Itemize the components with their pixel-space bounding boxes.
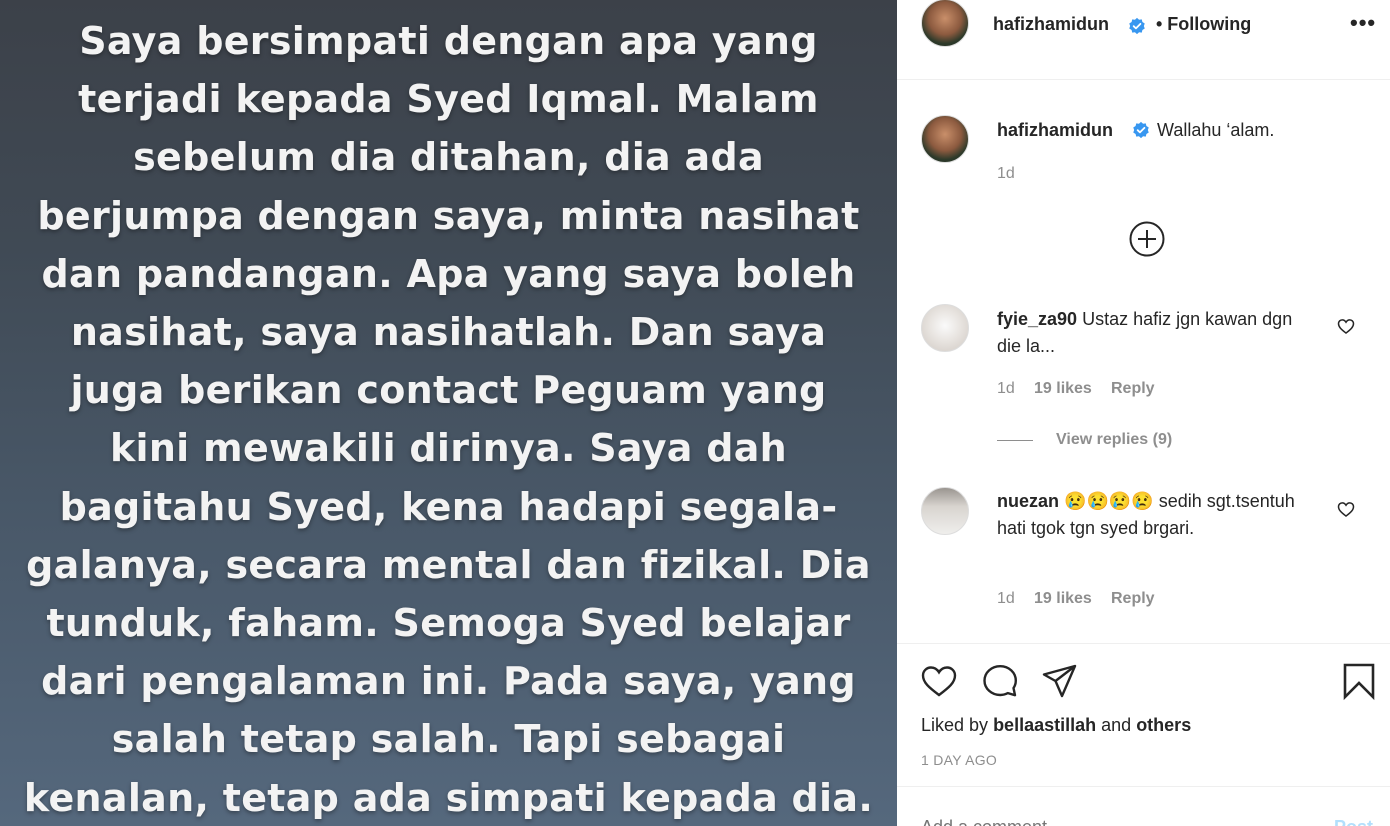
comment-username[interactable]: fyie_za90	[997, 309, 1077, 329]
avatar[interactable]	[921, 0, 969, 47]
verified-badge-icon	[1129, 17, 1145, 35]
post-actions: Liked by bellaastillah and others 1 DAY …	[897, 643, 1390, 788]
comment-time[interactable]: 1d	[997, 380, 1015, 398]
heart-icon[interactable]	[1336, 499, 1356, 519]
add-comment-input[interactable]	[921, 815, 1301, 826]
bookmark-icon[interactable]	[1339, 661, 1379, 701]
more-options-icon[interactable]: •••	[1350, 10, 1376, 36]
liked-by: Liked by bellaastillah and others	[921, 715, 1191, 736]
comment-bubble-icon[interactable]	[979, 661, 1019, 701]
comment: nuezan 😢😢😢😢 sedih sgt.tsentuh hati tgok …	[997, 488, 1307, 542]
share-direct-icon[interactable]	[1040, 661, 1080, 701]
caption: hafizhamidun	[997, 120, 1113, 141]
post-text-line: nasihat, saya nasihatlah. Dan saya	[70, 310, 827, 355]
post-text-line: salah tetap salah. Tapi sebagai	[111, 717, 786, 762]
verified-badge-icon	[1133, 121, 1149, 139]
like-heart-icon[interactable]	[919, 661, 959, 701]
post-text-line: Saya bersimpati dengan apa yang	[79, 19, 818, 63]
comment-emoji: 😢😢😢😢	[1064, 491, 1154, 511]
post-text-line: berjumpa dengan saya, minta nasihat	[37, 193, 860, 238]
post-timestamp[interactable]: 1 DAY AGO	[921, 752, 997, 768]
post-text-line: terjadi kepada Syed Iqmal. Malam	[78, 77, 819, 122]
post-text-line: galanya, secara mental dan fizikal. Dia	[26, 542, 871, 587]
comment-likes[interactable]: 19 likes	[1034, 380, 1092, 398]
heart-icon[interactable]	[1336, 316, 1356, 336]
liked-by-and: and	[1101, 715, 1132, 735]
post-text-line: juga berikan contact Peguam yang	[70, 368, 827, 413]
liked-by-others[interactable]: others	[1136, 715, 1191, 735]
caption-text: Wallahu ‘alam.	[1157, 120, 1275, 140]
liked-by-prefix: Liked by	[921, 715, 989, 735]
comment: fyie_za90 Ustaz hafiz jgn kawan dgn die …	[997, 306, 1307, 360]
post-image-text: Saya bersimpati dengan apa yang terjadi …	[0, 12, 897, 826]
post-text-line: dari pengalaman ini. Pada saya, yang	[41, 659, 856, 704]
reply-button[interactable]: Reply	[1111, 590, 1155, 608]
caption-time[interactable]: 1d	[997, 165, 1015, 183]
replies-divider	[997, 440, 1033, 441]
post-side-panel: hafizhamidun • Following ••• hafizhamidu…	[897, 0, 1390, 826]
post-image: Saya bersimpati dengan apa yang terjadi …	[0, 0, 897, 826]
post-header: hafizhamidun • Following •••	[897, 0, 1390, 80]
comment-avatar[interactable]	[921, 304, 969, 352]
view-replies-button[interactable]: View replies (9)	[1056, 431, 1172, 449]
post-text-line: bagitahu Syed, kena hadapi segala-	[59, 484, 838, 529]
post-text-line: sebelum dia ditahan, dia ada	[133, 135, 764, 180]
post-text-line: tunduk, faham. Semoga Syed belajar	[46, 601, 851, 646]
following-button[interactable]: • Following	[1156, 14, 1251, 35]
caption-avatar[interactable]	[921, 115, 969, 163]
comment-avatar[interactable]	[921, 487, 969, 535]
comment-time[interactable]: 1d	[997, 590, 1015, 608]
post-text-line: kini mewakili dirinya. Saya dah	[109, 426, 788, 471]
add-comment-bar: Post	[897, 786, 1390, 826]
post-text-line: kenalan, tetap ada simpati kepada dia.	[23, 775, 874, 820]
post-comment-button[interactable]: Post	[1334, 817, 1373, 826]
comment-username[interactable]: nuezan	[997, 491, 1059, 511]
comment-likes[interactable]: 19 likes	[1034, 590, 1092, 608]
header-username[interactable]: hafizhamidun	[993, 14, 1109, 35]
reply-button[interactable]: Reply	[1111, 380, 1155, 398]
caption-username[interactable]: hafizhamidun	[997, 120, 1113, 140]
post-text-line: dan pandangan. Apa yang saya boleh	[41, 251, 856, 296]
plus-circle-icon[interactable]	[1128, 220, 1166, 258]
liked-by-user[interactable]: bellaastillah	[993, 715, 1096, 735]
